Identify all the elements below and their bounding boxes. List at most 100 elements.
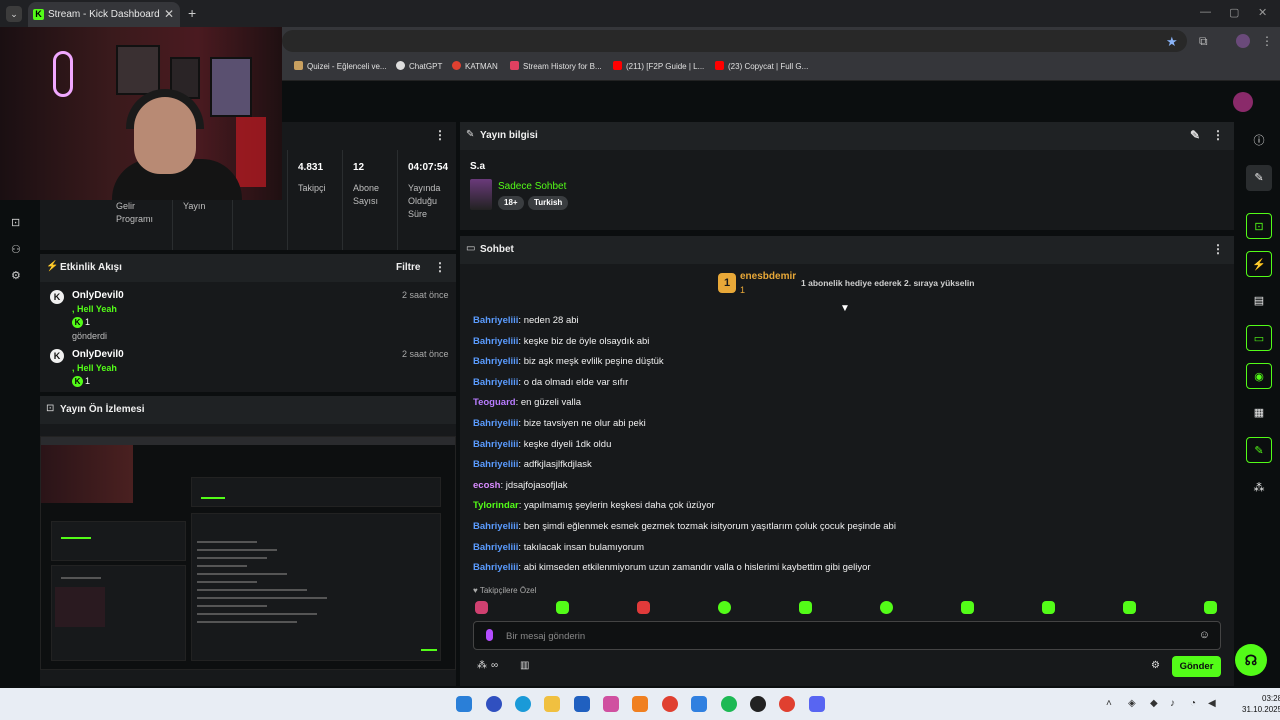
chat-username[interactable]: Bahriyeliii [473,377,518,388]
wrench-icon[interactable]: ✎ [1246,437,1272,463]
stream-info-menu-icon[interactable]: ⋮ [1212,128,1224,142]
chat-settings-icon[interactable]: ⚙ [1151,660,1160,671]
clock[interactable]: 03:28 31.10.2025 [1242,693,1280,715]
emote-icon[interactable] [1123,601,1136,614]
maximize-icon[interactable]: ▢ [1229,6,1239,19]
apps-icon[interactable]: ⁂ [1246,475,1272,501]
app-icon[interactable] [574,696,590,712]
chrome-icon[interactable] [779,696,795,712]
obs-icon[interactable] [750,696,766,712]
emote-icon[interactable] [475,601,488,614]
stat-label: Takipçi [298,183,326,193]
chat-username[interactable]: Bahriyeliii [473,336,518,347]
emote-icon[interactable] [799,601,812,614]
bookmark-item[interactable]: ChatGPT [396,61,442,71]
chat-menu-icon[interactable]: ⋮ [1212,242,1224,256]
menu-icon[interactable]: ⋮ [1261,34,1273,48]
broadcast-icon[interactable]: ◉ [1246,363,1272,389]
tab-close-icon[interactable]: ✕ [164,7,174,21]
windows-start-icon[interactable] [456,696,472,712]
chat-username[interactable]: Bahriyeliii [473,439,518,450]
tab-search-button[interactable]: ⌄ [6,6,22,22]
volume-icon[interactable]: ◀ [1208,698,1216,709]
support-headset-icon[interactable]: ☊ [1235,644,1267,676]
extensions-icon[interactable]: ⧉ [1199,34,1208,49]
tray-app-icon[interactable]: ◈ [1128,698,1136,709]
chat-username[interactable]: Bahriyeliii [473,562,518,573]
user-avatar[interactable] [1233,92,1253,112]
tray-chevron-icon[interactable]: ˄ [1106,698,1112,709]
discord-icon[interactable] [809,696,825,712]
omnibox[interactable] [282,30,1187,52]
emote-icon[interactable] [1042,601,1055,614]
browser-tab[interactable]: K Stream - Kick Dashboard ✕ [28,2,180,27]
edge-icon[interactable] [515,696,531,712]
emote-icon[interactable] [637,601,650,614]
chat-input[interactable]: Bir mesaj gönderin ☺ [473,621,1221,650]
chat-username[interactable]: ecosh [473,480,500,491]
lightning-icon[interactable]: ⚡ [1246,251,1272,277]
store-icon[interactable]: ▥ [520,660,529,671]
stream-preview-icon[interactable]: ⊡ [1246,213,1272,239]
layers-icon[interactable]: ▦ [1246,400,1272,426]
chat-username[interactable]: Tylorindar [473,500,519,511]
emote-icon[interactable] [961,601,974,614]
bookmark-item[interactable]: (211) [F2P Guide | L... [613,61,704,71]
stream-preview-video[interactable] [40,436,456,670]
bookmark-item[interactable]: KATMAN [452,61,498,71]
wifi-icon[interactable]: ◔ [1190,698,1196,709]
file-explorer-icon[interactable] [544,696,560,712]
apps-icon[interactable]: ⁂ [477,660,487,671]
chrome-icon[interactable] [662,696,678,712]
microphone-icon[interactable]: ♪ [1170,698,1175,709]
tray-app-icon[interactable]: ◆ [1150,698,1158,709]
edit-icon[interactable]: ✎ [1190,128,1200,142]
chat-username[interactable]: Bahriyeliii [473,459,518,470]
bookmark-item[interactable]: Quizei - Eğlenceli ve... [294,61,387,71]
chat-username[interactable]: Bahriyeliii [473,356,518,367]
spotify-icon[interactable] [721,696,737,712]
send-button[interactable]: Gönder [1172,656,1221,677]
settings-icon[interactable]: ⚙ [11,269,21,282]
stream-icon[interactable]: ⊡ [11,216,20,229]
edit-icon[interactable]: ✎ [1246,165,1272,191]
document-icon[interactable]: ▤ [1246,288,1272,314]
emote-icon[interactable] [880,601,893,614]
chat-username[interactable]: Bahriyeliii [473,542,518,553]
emote-icon[interactable] [1204,601,1217,614]
info-icon[interactable]: ⓘ [1246,128,1272,154]
stats-menu-icon[interactable]: ⋮ [434,128,446,142]
chat-username[interactable]: Bahriyeliii [473,315,518,326]
filter-button[interactable]: Filtre [396,262,420,273]
minimize-icon[interactable]: — [1200,6,1211,18]
chat-username[interactable]: Bahriyeliii [473,521,518,532]
chat-username[interactable]: Bahriyeliii [473,418,518,429]
preview-line [197,589,307,591]
pinned-toggle-icon[interactable]: ▼ [840,303,850,314]
category-link[interactable]: Sadece Sohbet [498,181,566,192]
bookmark-item[interactable]: (23) Copycat | Full G... [715,61,808,71]
profile-avatar[interactable] [1236,34,1250,48]
bookmark-item[interactable]: Stream History for B... [510,61,602,71]
emote-icon[interactable] [718,601,731,614]
gift-rank-badge: 1 [718,273,736,293]
app-icon[interactable] [603,696,619,712]
activity-menu-icon[interactable]: ⋮ [434,260,446,274]
gift-leader-user[interactable]: enesbdemir [740,271,796,282]
emoji-icon[interactable]: ☺ [1199,629,1210,641]
chat-icon[interactable]: ▭ [1246,325,1272,351]
bookmark-star-icon[interactable]: ★ [1166,34,1178,50]
app-icon[interactable] [486,696,502,712]
users-icon[interactable]: ⚇ [11,243,21,256]
close-window-icon[interactable]: ✕ [1258,6,1267,19]
chat-username[interactable]: Teoguard [473,397,516,408]
activity-user[interactable]: OnlyDevil0 [72,349,124,360]
activity-user[interactable]: OnlyDevil0 [72,290,124,301]
vlc-icon[interactable] [632,696,648,712]
new-tab-button[interactable]: + [188,5,196,21]
emote-icon[interactable] [556,601,569,614]
preview-line [197,621,297,623]
microphone-icon[interactable] [486,629,493,641]
infinity-icon[interactable]: ∞ [491,660,498,671]
app-icon[interactable] [691,696,707,712]
